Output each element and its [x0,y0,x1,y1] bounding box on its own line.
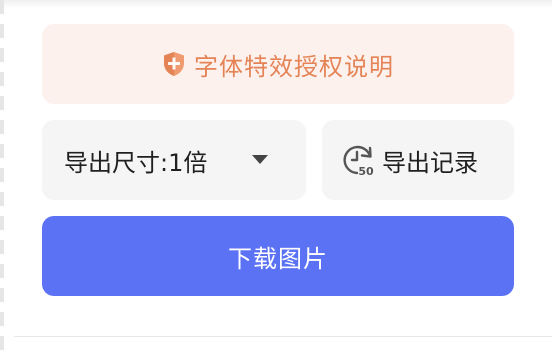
shield-icon [164,52,184,76]
export-history-label: 导出记录 [382,148,478,177]
bottom-divider [14,336,552,337]
caret-down-icon [252,155,268,164]
license-label: 字体特效授权说明 [194,52,394,81]
history-badge: 50 [358,165,374,178]
top-divider [0,0,552,8]
font-effect-license-link[interactable]: 字体特效授权说明 [42,24,514,104]
history-icon: 50 [343,145,374,178]
download-label: 下载图片 [228,244,328,273]
export-panel: 字体特效授权说明 导出尺寸:1倍 50 导出记录 下载图片 [0,0,552,360]
export-history-button[interactable]: 50 导出记录 [322,120,514,200]
left-dashed-border [0,0,4,360]
download-image-button[interactable]: 下载图片 [42,216,514,296]
export-size-label: 导出尺寸:1倍 [64,148,208,177]
export-size-dropdown[interactable]: 导出尺寸:1倍 [42,120,306,200]
